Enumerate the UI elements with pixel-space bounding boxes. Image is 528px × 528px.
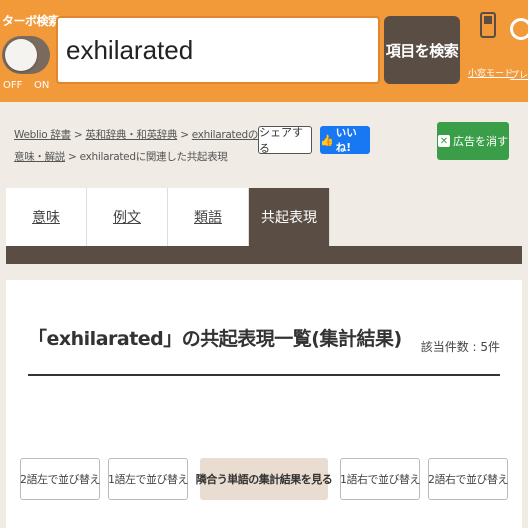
main-content: 「exhilarated」の共起表現一覧(集計結果) 該当件数 : 5件 2語左…	[6, 280, 522, 528]
like-label: いいね!	[335, 127, 357, 154]
mini-mode-label: 小窓モード	[468, 69, 514, 79]
toggle-on-label: ON	[34, 80, 50, 91]
sort-2-right-button[interactable]: 2語右で並び替え	[428, 458, 509, 500]
premium-label: プレミ	[510, 71, 528, 81]
premium-link[interactable]: プレミ	[510, 14, 528, 84]
view-adjacent-words-button[interactable]: 隣合う単語の集計結果を見る	[196, 458, 333, 500]
tab-label: 共起表現	[261, 210, 317, 226]
breadcrumb-weblio[interactable]: Weblio 辞書	[14, 129, 71, 141]
breadcrumb-separator: >	[73, 129, 83, 141]
sort-1-right-button[interactable]: 1語右で並び替え	[340, 458, 421, 500]
mini-window-icon	[480, 12, 496, 38]
turbo-search-label: ターボ検索	[2, 14, 60, 28]
breadcrumb-current: exhilaratedに関連した共起表現	[79, 151, 228, 163]
tab-underline-bar	[6, 246, 522, 264]
sort-1-left-button[interactable]: 1語左で並び替え	[108, 458, 189, 500]
tab-label: 意味	[32, 210, 60, 226]
premium-icon	[510, 18, 528, 40]
breadcrumb-separator: >	[68, 151, 77, 163]
tab-collocations[interactable]: 共起表現	[249, 188, 330, 246]
tab-meaning[interactable]: 意味	[6, 188, 87, 246]
tab-bar: 意味 例文 類語 共起表現	[6, 188, 522, 246]
breadcrumb-dictionary[interactable]: 英和辞典・和英辞典	[85, 129, 177, 141]
mini-mode-link[interactable]: 小窓モード	[468, 12, 514, 84]
remove-ads-label: 広告を消す	[453, 135, 508, 148]
heading-divider	[28, 374, 500, 376]
facebook-like-button[interactable]: 👍 いいね!	[320, 126, 370, 154]
tab-synonyms[interactable]: 類語	[168, 188, 249, 246]
close-icon: ✕	[438, 135, 450, 147]
breadcrumb: Weblio 辞書 > 英和辞典・和英辞典 > exhilaratedの意味・解…	[14, 124, 260, 168]
tab-label: 類語	[194, 210, 222, 226]
thumbs-up-icon: 👍	[320, 133, 334, 147]
toggle-knob	[5, 39, 37, 71]
search-box	[56, 16, 380, 84]
sort-2-left-button[interactable]: 2語左で並び替え	[20, 458, 101, 500]
search-button[interactable]: 項目を検索	[384, 16, 460, 84]
search-input[interactable]	[66, 34, 366, 66]
result-count: 該当件数 : 5件	[420, 340, 500, 354]
breadcrumb-separator: >	[180, 129, 189, 141]
tab-examples[interactable]: 例文	[87, 188, 168, 246]
header-bar: ターボ検索 OFF ON 項目を検索 小窓モード プレミ	[0, 0, 528, 102]
share-button[interactable]: シェアする	[258, 126, 312, 155]
page-title: 「exhilarated」の共起表現一覧(集計結果)	[28, 328, 402, 350]
tab-label: 例文	[113, 210, 141, 226]
toggle-off-label: OFF	[3, 80, 23, 91]
remove-ads-button[interactable]: ✕ 広告を消す	[437, 122, 509, 160]
turbo-search-toggle[interactable]	[2, 36, 50, 74]
